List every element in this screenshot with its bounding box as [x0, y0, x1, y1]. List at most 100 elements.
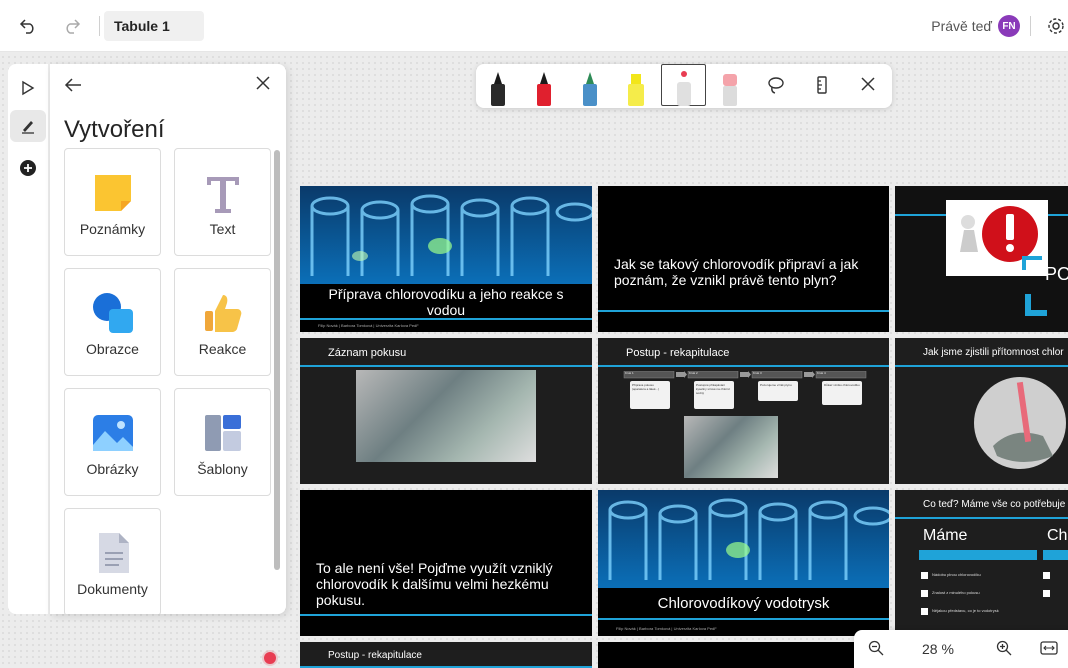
slide-accent-bar — [300, 614, 592, 616]
slide-title: Záznam pokusu — [328, 347, 407, 359]
slide-1[interactable]: Příprava chlorovodíku a jeho reakce s vo… — [300, 186, 592, 332]
slide-8[interactable]: Chlorovodíkový vodotrysk Filip Novák | B… — [598, 490, 889, 636]
fit-to-screen-icon[interactable] — [1040, 640, 1058, 660]
test-tubes-photo — [300, 186, 592, 284]
column-heading: Máme — [923, 527, 968, 544]
step-card: Postupné přikapávání kyseliny sírové na … — [696, 383, 730, 395]
slide-credit: Filip Novák | Barbora Tomková | Univerzi… — [616, 626, 717, 631]
laser-pointer-icon[interactable] — [672, 70, 696, 106]
tile-documents[interactable]: Dokumenty — [64, 508, 161, 614]
step-label: Krok 3 — [753, 371, 762, 375]
test-tubes-photo — [598, 490, 889, 588]
column-header-bar — [919, 550, 1037, 560]
tile-reactions[interactable]: Reakce — [174, 268, 271, 376]
slide-accent-bar — [300, 318, 592, 320]
column-heading: Ch — [1047, 527, 1068, 544]
slide-accent-bar — [895, 365, 1068, 367]
slide-title: Postup - rekapitulace — [328, 650, 422, 661]
slide-title: Jak jsme zjistili přítomnost chlor — [923, 347, 1064, 358]
zoom-in-icon[interactable] — [996, 640, 1012, 660]
step-label: Krok 4 — [817, 371, 826, 375]
eraser-icon[interactable] — [718, 70, 742, 106]
zoom-out-icon[interactable] — [868, 640, 884, 660]
slide-2[interactable]: Jak se takový chlorovodík připraví a jak… — [598, 186, 889, 332]
slide-title: Chlorovodíkový vodotrysk — [657, 595, 830, 612]
recording-indicator — [264, 652, 276, 664]
slide-4[interactable]: Záznam pokusu — [300, 338, 592, 484]
apparatus-photo — [684, 416, 778, 478]
experiment-photo — [356, 370, 536, 462]
back-arrow-icon[interactable] — [62, 74, 84, 102]
black-pen-icon[interactable] — [486, 70, 510, 106]
tile-shapes[interactable]: Obrazce — [64, 268, 161, 376]
panel-scrollbar[interactable] — [274, 150, 280, 570]
highlighter-icon[interactable] — [624, 70, 648, 106]
add-icon[interactable] — [10, 152, 46, 184]
tile-label: Obrázky — [86, 461, 139, 477]
document-icon — [98, 533, 129, 573]
list-item: Nádobu plnou chlorovodíku — [932, 572, 981, 577]
slide-3[interactable]: PO — [895, 186, 1068, 332]
select-tool-icon[interactable] — [10, 72, 46, 104]
checkbox-icon — [921, 590, 928, 597]
slide-5[interactable]: Postup - rekapitulace Krok 1 Krok 2 Krok… — [598, 338, 889, 484]
toolbar-divider — [99, 16, 100, 36]
step-card: Příprava pokusu (aparatura a látek...) — [632, 383, 660, 391]
checkbox-icon — [921, 608, 928, 615]
tile-text[interactable]: Text — [174, 148, 271, 256]
tile-notes[interactable]: Poznámky — [64, 148, 161, 256]
top-bar: Tabule 1 Právě teď FN — [0, 0, 1068, 52]
column-header-bar — [1043, 550, 1068, 560]
ink-tool-icon[interactable] — [10, 110, 46, 142]
indicator-photo — [974, 377, 1066, 469]
sticky-note-icon — [94, 175, 131, 211]
image-icon — [92, 415, 133, 451]
text-icon — [206, 177, 239, 213]
slide-10[interactable]: Postup - rekapitulace — [300, 642, 592, 668]
warning-figure-image — [946, 200, 1048, 276]
slide-6[interactable]: Jak jsme zjistili přítomnost chlor — [895, 338, 1068, 484]
tile-label: Poznámky — [79, 221, 146, 237]
slide-11[interactable] — [598, 642, 854, 668]
slide-title: Postup - rekapitulace — [626, 347, 730, 359]
slide-7[interactable]: To ale není vše! Pojďme využít vzniklý c… — [300, 490, 592, 636]
tile-label: Dokumenty — [77, 581, 148, 597]
avatar[interactable]: FN — [998, 15, 1020, 37]
undo-icon[interactable] — [16, 14, 40, 38]
panel-title: Vytvoření — [64, 116, 165, 143]
red-pen-icon[interactable] — [532, 70, 556, 106]
slide-credit: Filip Novák | Barbora Tomková | Univerzi… — [318, 323, 419, 328]
save-status: Právě teď — [931, 18, 992, 34]
template-icon — [204, 415, 241, 451]
tile-label: Text — [209, 221, 236, 237]
zoom-level[interactable]: 28 % — [922, 641, 954, 657]
ink-toolbar — [476, 64, 892, 108]
close-icon[interactable] — [856, 75, 880, 98]
slide-title: To ale není vše! Pojďme využít vzniklý c… — [316, 560, 553, 608]
slide-accent-bar — [598, 310, 889, 312]
ruler-icon[interactable] — [810, 75, 834, 100]
shapes-icon — [92, 293, 133, 333]
close-icon[interactable] — [254, 72, 272, 98]
redo-icon[interactable] — [60, 14, 84, 38]
thumbs-up-icon — [204, 295, 241, 332]
list-item: Znalost z minulého pokusu — [932, 590, 980, 595]
slide-title: Co teď? Máme vše co potřebuje — [923, 499, 1066, 510]
slide-accent-bar — [598, 618, 889, 620]
board-title[interactable]: Tabule 1 — [104, 11, 204, 41]
step-label: Krok 1 — [625, 371, 634, 375]
gear-icon[interactable] — [1044, 14, 1068, 38]
slide-9[interactable]: Co teď? Máme vše co potřebuje Máme Ch Ná… — [895, 490, 1068, 636]
lasso-icon[interactable] — [764, 75, 788, 100]
tile-label: Obrazce — [86, 341, 139, 357]
green-pen-icon[interactable] — [578, 70, 602, 106]
slide-title: Jak se takový chlorovodík připraví a jak… — [614, 256, 859, 288]
step-card: Pozorujeme vznik plynu — [760, 383, 792, 387]
checkbox-icon — [1043, 590, 1050, 597]
tile-images[interactable]: Obrázky — [64, 388, 161, 496]
tile-templates[interactable]: Šablony — [174, 388, 271, 496]
step-label: Krok 2 — [689, 371, 698, 375]
tile-label: Reakce — [198, 341, 247, 357]
slide-accent-bar — [895, 517, 1068, 519]
process-steps — [623, 371, 867, 409]
